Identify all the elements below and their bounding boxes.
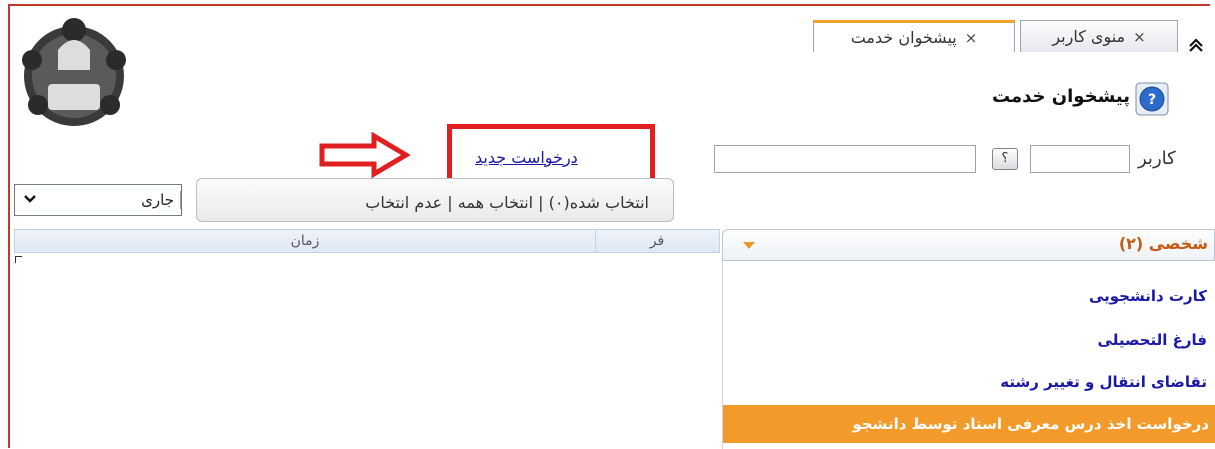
help-icon[interactable]: ? (1135, 82, 1169, 116)
caret-down-icon[interactable] (743, 242, 755, 249)
arrow-right-icon (319, 132, 410, 178)
service-item-student-card[interactable]: کارت دانشجویی (1089, 287, 1207, 305)
grid-corner (15, 256, 22, 263)
close-icon[interactable]: × (1133, 28, 1146, 46)
column-time[interactable]: زمان (15, 230, 596, 252)
close-icon[interactable]: × (965, 29, 978, 47)
panel-header-personal[interactable]: شخصی (۲) (722, 229, 1215, 261)
tab-user-menu[interactable]: × منوی کاربر (1020, 20, 1178, 52)
service-item-graduation[interactable]: فارغ التحصیلی (1098, 331, 1207, 349)
service-item-transfer[interactable]: تقاضای انتقال و تغییر رشته (1000, 373, 1207, 391)
collapse-icon[interactable] (1188, 37, 1204, 56)
page-title: پیشخوان خدمت (991, 86, 1130, 107)
chevron-down-icon (15, 192, 45, 208)
column-fr[interactable]: فر (595, 230, 719, 252)
service-item-course-request[interactable]: درخواست اخذ درس معرفی استاد توسط دانشجو (723, 405, 1215, 443)
grid-header: زمان فر (14, 229, 720, 253)
selection-bar[interactable]: انتخاب شده(۰) | انتخاب همه | عدم انتخاب (196, 178, 674, 222)
user-code-input[interactable] (1030, 145, 1130, 173)
panel-title: شخصی (۲) (1118, 234, 1208, 253)
status-select[interactable]: جاری (14, 184, 182, 216)
panel-body: کارت دانشجویی فارغ التحصیلی تقاضای انتقا… (722, 261, 1215, 449)
status-select-value: جاری (45, 191, 181, 209)
user-lookup-button[interactable]: ؟ (992, 148, 1018, 170)
svg-text:?: ? (1148, 92, 1156, 108)
user-name-input[interactable] (714, 145, 976, 173)
tab-user-menu-label: منوی کاربر (1052, 27, 1126, 46)
tab-service-counter[interactable]: × پیشخوان خدمت (813, 20, 1015, 52)
tab-service-counter-label: پیشخوان خدمت (850, 28, 957, 47)
new-request-link[interactable]: درخواست جدید (475, 148, 578, 167)
user-field-label: کاربر (1138, 148, 1176, 169)
university-logo (22, 18, 126, 126)
